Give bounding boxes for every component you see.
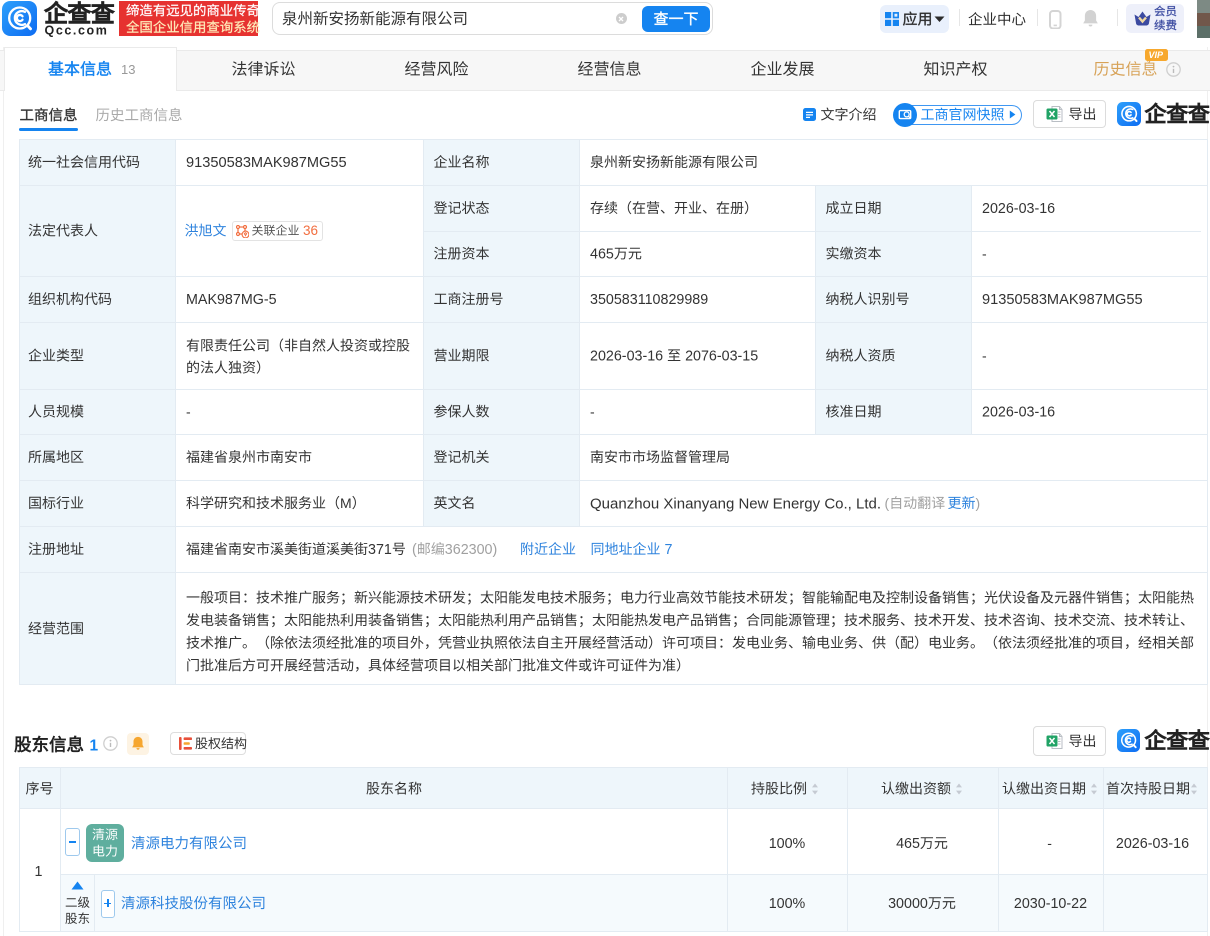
svg-text:1: 1 — [90, 738, 99, 755]
svg-text:Qcc.com: Qcc.com — [45, 24, 109, 38]
